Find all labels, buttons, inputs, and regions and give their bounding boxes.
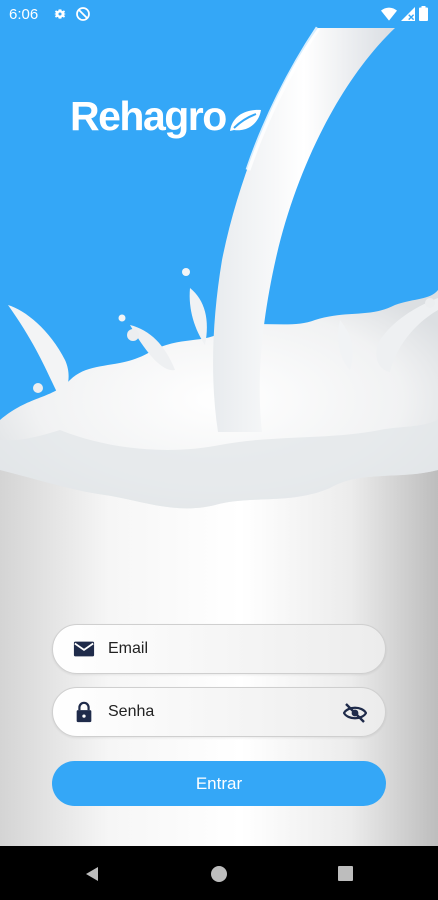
status-time: 6:06 (9, 6, 39, 23)
eye-off-icon[interactable] (343, 702, 367, 724)
email-field[interactable]: Email (52, 624, 386, 674)
leaf-icon (229, 109, 261, 131)
status-right-icons (381, 6, 428, 21)
login-button[interactable]: Entrar (52, 761, 386, 806)
status-bar: 6:06 (0, 0, 438, 30)
signal-icon (401, 6, 415, 21)
gear-icon (54, 9, 66, 19)
login-screen: 6:06 Rehagro Email Senha Entrar (0, 0, 438, 846)
battery-icon (419, 6, 428, 21)
lock-icon (76, 701, 92, 723)
password-field[interactable]: Senha (52, 687, 386, 737)
back-icon[interactable] (84, 866, 100, 882)
password-placeholder: Senha (108, 703, 155, 720)
dnd-icon (76, 7, 90, 21)
mail-icon (73, 641, 95, 657)
home-icon[interactable] (211, 866, 227, 882)
wifi-icon (381, 7, 397, 21)
app-logo: Rehagro (70, 93, 262, 140)
brand-name: Rehagro (70, 93, 227, 139)
recents-icon[interactable] (338, 866, 353, 881)
email-placeholder: Email (108, 640, 149, 657)
